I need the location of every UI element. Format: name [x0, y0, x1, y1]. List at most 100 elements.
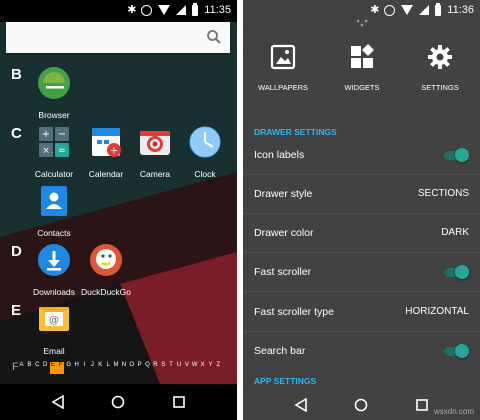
fast-scroller-letter[interactable]: L — [105, 362, 112, 374]
fast-scroller-letter[interactable]: K — [97, 362, 104, 374]
fast-scroller-letter[interactable]: O — [128, 362, 135, 374]
search-icon[interactable] — [206, 29, 222, 45]
setting-value: HORIZONTAL — [405, 306, 469, 317]
wallpapers-button[interactable]: WALLPAPERS — [248, 44, 318, 92]
app-browser[interactable]: Browser — [26, 66, 82, 120]
widgets-button[interactable]: WIDGETS — [327, 44, 397, 92]
setting-drawer-color[interactable]: Drawer color DARK — [243, 215, 480, 253]
widgets-label: WIDGETS — [344, 83, 380, 92]
setting-fast-scroller-type[interactable]: Fast scroller type HORIZONTAL — [243, 294, 480, 332]
calculator-icon: + − × = — [39, 127, 69, 157]
fast-scroller-letter[interactable]: I — [81, 362, 88, 374]
fast-scroller-letter[interactable]: U — [176, 362, 183, 374]
duckduckgo-icon — [90, 244, 122, 276]
fast-scroller-letter[interactable]: X — [199, 362, 206, 374]
search-input[interactable] — [6, 22, 230, 53]
signal-icon — [176, 5, 187, 15]
setting-fast-scroller[interactable]: Fast scroller — [243, 254, 480, 292]
back-icon[interactable] — [51, 395, 65, 409]
setting-drawer-style[interactable]: Drawer style SECTIONS — [243, 176, 480, 214]
setting-label: Drawer style — [254, 188, 313, 200]
fast-scroller-letter[interactable]: F — [57, 362, 65, 374]
launcher-settings-screen: ✱ 11:36 WALLPAPERS WIDGETS SETTINGS DRAW… — [243, 0, 480, 420]
back-icon[interactable] — [294, 398, 308, 412]
recents-icon[interactable] — [415, 398, 429, 412]
setting-icon-labels[interactable]: Icon labels — [243, 137, 480, 175]
fast-scroller-letter[interactable]: S — [160, 362, 167, 374]
app-label: Calculator — [34, 169, 74, 179]
fast-scroller-letter[interactable]: H — [73, 362, 80, 374]
setting-value: DARK — [441, 227, 469, 238]
widgets-icon — [351, 44, 374, 68]
drawer-settings-header: DRAWER SETTINGS — [254, 127, 337, 137]
fast-scroller-letter[interactable]: N — [120, 362, 127, 374]
fast-scroller-letter[interactable]: J — [89, 362, 96, 374]
alarm-icon — [384, 4, 396, 16]
app-label: Downloads — [32, 287, 76, 297]
signal-icon — [419, 5, 430, 15]
drag-handle-icon[interactable] — [355, 19, 369, 27]
wallpaper-icon — [270, 44, 296, 70]
fast-scroller-letter[interactable]: G — [65, 362, 72, 374]
home-icon[interactable] — [111, 395, 125, 409]
fast-scroller-letter[interactable]: C — [34, 362, 41, 374]
app-downloads[interactable]: Downloads — [26, 243, 82, 297]
fast-scroller-letter[interactable]: V — [183, 362, 190, 374]
fast-scroller-letter[interactable]: D — [42, 362, 49, 374]
setting-label: Drawer color — [254, 227, 314, 239]
navigation-bar — [0, 384, 237, 420]
wifi-icon — [401, 5, 414, 15]
fast-scroller-letter[interactable]: P — [136, 362, 143, 374]
app-settings-header: APP SETTINGS — [254, 376, 317, 386]
app-calculator[interactable]: + − × = Calculator — [26, 125, 82, 179]
status-bar: ✱ 11:35 — [0, 0, 237, 22]
fast-scroller-toggle[interactable] — [444, 265, 469, 279]
recents-icon[interactable] — [172, 395, 186, 409]
fast-scroller-horizontal[interactable]: ABCDEFGHIJKLMNOPQRSTUVWXYZ — [18, 362, 222, 374]
svg-text:@: @ — [49, 315, 59, 326]
status-time: 11:35 — [204, 4, 231, 16]
status-time: 11:36 — [447, 4, 474, 16]
setting-label: Search bar — [254, 345, 306, 357]
section-letter-e: E — [11, 302, 22, 319]
app-email[interactable]: @ Email — [26, 302, 82, 356]
app-camera[interactable]: Camera — [127, 125, 183, 179]
fast-scroller-letter[interactable]: R — [152, 362, 159, 374]
app-label: Email — [43, 346, 65, 356]
fast-scroller-letter[interactable]: E — [49, 362, 57, 374]
app-contacts[interactable]: Contacts — [26, 184, 82, 238]
app-clock[interactable]: Clock — [177, 125, 233, 179]
contacts-icon — [41, 186, 67, 216]
downloads-icon — [38, 244, 70, 276]
bluetooth-icon: ✱ — [127, 3, 137, 16]
app-label: Contacts — [37, 228, 71, 238]
wallpapers-label: WALLPAPERS — [257, 83, 309, 92]
app-label: Clock — [194, 169, 216, 179]
battery-icon — [435, 2, 442, 16]
fast-scroller-letter[interactable]: Z — [215, 362, 222, 374]
search-bar-toggle[interactable] — [444, 344, 469, 358]
watermark: wsxdn.com — [433, 407, 474, 416]
fast-scroller-letter[interactable]: Y — [207, 362, 214, 374]
fast-scroller-letter[interactable]: W — [191, 362, 198, 374]
fast-scroller-letter[interactable]: B — [26, 362, 33, 374]
camera-icon — [140, 131, 170, 155]
app-label: Browser — [38, 110, 70, 120]
svg-text:=: = — [58, 146, 66, 156]
setting-value: SECTIONS — [417, 188, 469, 199]
fast-scroller-letter[interactable]: M — [113, 362, 120, 374]
app-calendar[interactable]: + Calendar — [78, 125, 134, 179]
section-letter-b: B — [11, 66, 22, 83]
app-label: Calendar — [88, 169, 124, 179]
home-icon[interactable] — [354, 398, 368, 412]
fast-scroller-letter[interactable]: A — [18, 362, 25, 374]
app-duckduckgo[interactable]: DuckDuckGo — [78, 243, 134, 297]
fast-scroller-letter[interactable]: T — [168, 362, 175, 374]
svg-text:+: + — [42, 129, 50, 140]
fast-scroller-letter[interactable]: Q — [144, 362, 151, 374]
settings-button[interactable]: SETTINGS — [405, 44, 475, 92]
section-letter-d: D — [11, 243, 22, 260]
setting-search-bar[interactable]: Search bar — [243, 333, 480, 371]
svg-text:−: − — [58, 129, 66, 140]
icon-labels-toggle[interactable] — [444, 148, 469, 162]
